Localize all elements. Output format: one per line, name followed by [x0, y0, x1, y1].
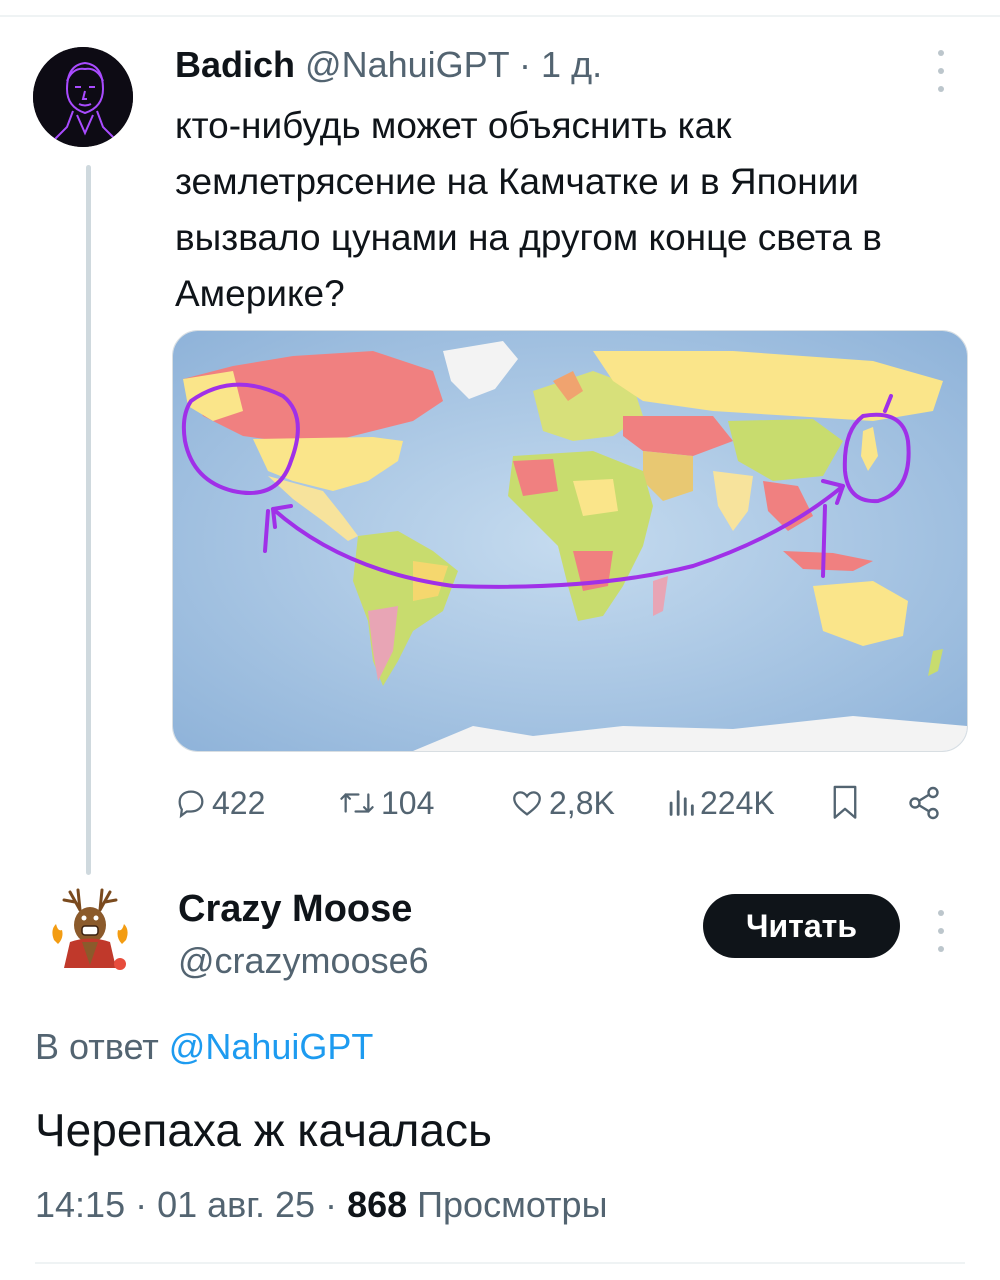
like-button[interactable]: 2,8K [509, 778, 615, 828]
reply-author-name[interactable]: Crazy Moose [178, 884, 412, 934]
reply-count: 422 [212, 784, 266, 821]
reply-footer: 14:15 · 01 авг. 25 · 868 Просмотры [35, 1180, 607, 1230]
author-name[interactable]: Badich [175, 44, 295, 85]
views-button[interactable]: 224K [666, 778, 775, 828]
tweet-time[interactable]: 1 д. [541, 44, 602, 85]
reply-context-prefix: В ответ [35, 1026, 159, 1067]
author-avatar[interactable] [33, 47, 133, 147]
share-icon [909, 786, 939, 820]
author-handle[interactable]: @NahuiGPT [305, 44, 509, 85]
reply-more-options-icon[interactable] [935, 910, 947, 952]
tweet-header: Badich @NahuiGPT · 1 д. [175, 40, 602, 90]
bar-chart-icon [669, 790, 694, 816]
meta-separator: · [519, 44, 532, 85]
tweet-image[interactable] [172, 330, 968, 752]
world-map-image [173, 331, 967, 751]
share-button[interactable] [906, 778, 942, 828]
bookmark-button[interactable] [830, 778, 860, 828]
reply-author-avatar[interactable] [40, 880, 140, 980]
moose-sticker-icon [40, 880, 140, 980]
bookmark-icon [833, 785, 857, 819]
like-count: 2,8K [549, 784, 615, 821]
reply-mention-link[interactable]: @NahuiGPT [169, 1026, 374, 1067]
reply-text: Черепаха ж качалась [35, 1104, 492, 1156]
reply-author-handle[interactable]: @crazymoose6 [178, 936, 429, 986]
bottom-divider [35, 1262, 965, 1264]
repost-icon [340, 793, 374, 813]
top-divider [0, 15, 1000, 17]
more-options-icon[interactable] [935, 50, 947, 92]
reply-timestamp[interactable]: 14:15 · 01 авг. 25 · [35, 1184, 337, 1225]
reply-button[interactable]: 422 [174, 778, 265, 828]
neon-portrait-icon [33, 47, 133, 147]
reply-views-label: Просмотры [417, 1184, 608, 1225]
heart-icon [513, 791, 541, 816]
follow-button[interactable]: Читать [703, 894, 900, 958]
thread-line [86, 165, 91, 875]
reply-views-count: 868 [347, 1184, 408, 1225]
reply-context: В ответ @NahuiGPT [35, 1022, 373, 1072]
repost-button[interactable]: 104 [337, 778, 434, 828]
views-count: 224K [700, 784, 775, 821]
tweet-text: кто-нибудь может объяснить как землетряс… [175, 105, 882, 314]
tweet-actions: 422 104 2,8K 224K [172, 778, 962, 828]
repost-count: 104 [381, 784, 435, 821]
reply-icon [178, 790, 204, 819]
